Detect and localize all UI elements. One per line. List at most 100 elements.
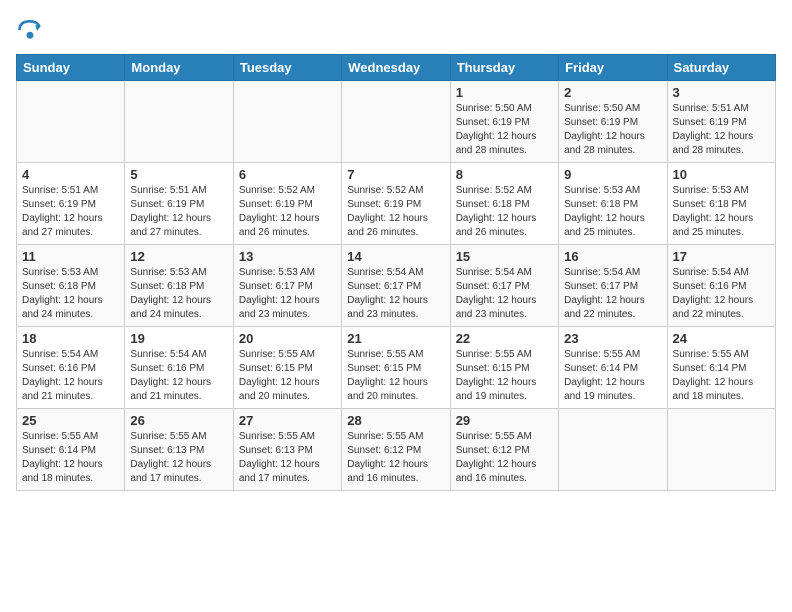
day-info: Sunrise: 5:54 AM Sunset: 6:17 PM Dayligh…: [347, 266, 444, 322]
day-number: 19: [130, 331, 227, 346]
calendar-header-saturday: Saturday: [667, 55, 775, 81]
calendar-week-5: 25 Sunrise: 5:55 AM Sunset: 6:14 PM Dayli…: [17, 409, 776, 491]
calendar-cell: [342, 81, 450, 163]
calendar-cell: 27 Sunrise: 5:55 AM Sunset: 6:13 PM Dayli…: [233, 409, 341, 491]
calendar-cell: 3 Sunrise: 5:51 AM Sunset: 6:19 PM Daylig…: [667, 81, 775, 163]
calendar-cell: [17, 81, 125, 163]
day-number: 2: [564, 85, 661, 100]
calendar-header-sunday: Sunday: [17, 55, 125, 81]
day-info: Sunrise: 5:53 AM Sunset: 6:17 PM Dayligh…: [239, 266, 336, 322]
calendar-cell: 5 Sunrise: 5:51 AM Sunset: 6:19 PM Daylig…: [125, 163, 233, 245]
day-info: Sunrise: 5:51 AM Sunset: 6:19 PM Dayligh…: [673, 102, 770, 158]
day-number: 13: [239, 249, 336, 264]
calendar-cell: [559, 409, 667, 491]
calendar-cell: 8Sunrise: 5:52 AM Sunset: 6:18 PM Daylig…: [450, 163, 558, 245]
day-number: 28: [347, 413, 444, 428]
calendar-week-4: 18 Sunrise: 5:54 AM Sunset: 6:16 PM Dayli…: [17, 327, 776, 409]
calendar-cell: [233, 81, 341, 163]
calendar-cell: 1 Sunrise: 5:50 AM Sunset: 6:19 PM Daylig…: [450, 81, 558, 163]
calendar-cell: 13 Sunrise: 5:53 AM Sunset: 6:17 PM Dayli…: [233, 245, 341, 327]
day-number: 14: [347, 249, 444, 264]
day-info: Sunrise: 5:54 AM Sunset: 6:16 PM Dayligh…: [130, 348, 227, 404]
day-info: Sunrise: 5:55 AM Sunset: 6:14 PM Dayligh…: [22, 430, 119, 486]
day-number: 16: [564, 249, 661, 264]
calendar-cell: 12 Sunrise: 5:53 AM Sunset: 6:18 PM Dayli…: [125, 245, 233, 327]
day-number: 22: [456, 331, 553, 346]
day-number: 23: [564, 331, 661, 346]
calendar-cell: [667, 409, 775, 491]
day-info: Sunrise: 5:55 AM Sunset: 6:13 PM Dayligh…: [239, 430, 336, 486]
calendar-header-thursday: Thursday: [450, 55, 558, 81]
calendar-cell: 21 Sunrise: 5:55 AM Sunset: 6:15 PM Dayli…: [342, 327, 450, 409]
day-info: Sunrise: 5:53 AM Sunset: 6:18 PM Dayligh…: [22, 266, 119, 322]
calendar-header-tuesday: Tuesday: [233, 55, 341, 81]
calendar-cell: 4 Sunrise: 5:51 AM Sunset: 6:19 PM Daylig…: [17, 163, 125, 245]
calendar-cell: 11 Sunrise: 5:53 AM Sunset: 6:18 PM Dayli…: [17, 245, 125, 327]
day-info: Sunrise: 5:51 AM Sunset: 6:19 PM Dayligh…: [22, 184, 119, 240]
day-info: Sunrise: 5:52 AM Sunset: 6:19 PM Dayligh…: [239, 184, 336, 240]
day-number: 20: [239, 331, 336, 346]
day-info: Sunrise: 5:55 AM Sunset: 6:13 PM Dayligh…: [130, 430, 227, 486]
day-info: Sunrise: 5:54 AM Sunset: 6:16 PM Dayligh…: [673, 266, 770, 322]
day-number: 9: [564, 167, 661, 182]
day-number: 27: [239, 413, 336, 428]
day-number: 4: [22, 167, 119, 182]
calendar-week-2: 4 Sunrise: 5:51 AM Sunset: 6:19 PM Daylig…: [17, 163, 776, 245]
calendar-cell: 7Sunrise: 5:52 AM Sunset: 6:19 PM Daylig…: [342, 163, 450, 245]
calendar-cell: 15 Sunrise: 5:54 AM Sunset: 6:17 PM Dayli…: [450, 245, 558, 327]
day-info: Sunrise: 5:55 AM Sunset: 6:15 PM Dayligh…: [239, 348, 336, 404]
day-info: Sunrise: 5:53 AM Sunset: 6:18 PM Dayligh…: [564, 184, 661, 240]
day-number: 25: [22, 413, 119, 428]
calendar-cell: 6 Sunrise: 5:52 AM Sunset: 6:19 PM Daylig…: [233, 163, 341, 245]
calendar-header-friday: Friday: [559, 55, 667, 81]
calendar-cell: 22Sunrise: 5:55 AM Sunset: 6:15 PM Dayli…: [450, 327, 558, 409]
day-info: Sunrise: 5:53 AM Sunset: 6:18 PM Dayligh…: [673, 184, 770, 240]
calendar-table: SundayMondayTuesdayWednesdayThursdayFrid…: [16, 54, 776, 491]
day-number: 11: [22, 249, 119, 264]
calendar-header-wednesday: Wednesday: [342, 55, 450, 81]
day-info: Sunrise: 5:54 AM Sunset: 6:17 PM Dayligh…: [456, 266, 553, 322]
calendar-cell: 10 Sunrise: 5:53 AM Sunset: 6:18 PM Dayli…: [667, 163, 775, 245]
calendar-cell: 28 Sunrise: 5:55 AM Sunset: 6:12 PM Dayli…: [342, 409, 450, 491]
day-info: Sunrise: 5:51 AM Sunset: 6:19 PM Dayligh…: [130, 184, 227, 240]
day-number: 17: [673, 249, 770, 264]
calendar-cell: 17 Sunrise: 5:54 AM Sunset: 6:16 PM Dayli…: [667, 245, 775, 327]
day-number: 15: [456, 249, 553, 264]
day-info: Sunrise: 5:55 AM Sunset: 6:15 PM Dayligh…: [347, 348, 444, 404]
day-number: 12: [130, 249, 227, 264]
day-info: Sunrise: 5:50 AM Sunset: 6:19 PM Dayligh…: [564, 102, 661, 158]
day-number: 26: [130, 413, 227, 428]
calendar-cell: 14 Sunrise: 5:54 AM Sunset: 6:17 PM Dayli…: [342, 245, 450, 327]
day-info: Sunrise: 5:53 AM Sunset: 6:18 PM Dayligh…: [130, 266, 227, 322]
day-info: Sunrise: 5:54 AM Sunset: 6:16 PM Dayligh…: [22, 348, 119, 404]
calendar-cell: 16 Sunrise: 5:54 AM Sunset: 6:17 PM Dayli…: [559, 245, 667, 327]
day-info: Sunrise: 5:55 AM Sunset: 6:14 PM Dayligh…: [564, 348, 661, 404]
day-number: 6: [239, 167, 336, 182]
calendar-week-1: 1 Sunrise: 5:50 AM Sunset: 6:19 PM Daylig…: [17, 81, 776, 163]
day-number: 24: [673, 331, 770, 346]
day-number: 3: [673, 85, 770, 100]
day-info: Sunrise: 5:55 AM Sunset: 6:12 PM Dayligh…: [347, 430, 444, 486]
page-header: [16, 16, 776, 44]
day-info: Sunrise: 5:50 AM Sunset: 6:19 PM Dayligh…: [456, 102, 553, 158]
calendar-cell: [125, 81, 233, 163]
day-number: 21: [347, 331, 444, 346]
day-number: 5: [130, 167, 227, 182]
calendar-cell: 19 Sunrise: 5:54 AM Sunset: 6:16 PM Dayli…: [125, 327, 233, 409]
calendar-cell: 2 Sunrise: 5:50 AM Sunset: 6:19 PM Daylig…: [559, 81, 667, 163]
day-number: 1: [456, 85, 553, 100]
logo-icon: [16, 16, 44, 44]
day-number: 8: [456, 167, 553, 182]
day-number: 18: [22, 331, 119, 346]
day-number: 10: [673, 167, 770, 182]
logo: [16, 16, 48, 44]
calendar-header-monday: Monday: [125, 55, 233, 81]
calendar-cell: 24 Sunrise: 5:55 AM Sunset: 6:14 PM Dayli…: [667, 327, 775, 409]
calendar-cell: 18 Sunrise: 5:54 AM Sunset: 6:16 PM Dayli…: [17, 327, 125, 409]
day-info: Sunrise: 5:55 AM Sunset: 6:14 PM Dayligh…: [673, 348, 770, 404]
day-info: Sunrise: 5:54 AM Sunset: 6:17 PM Dayligh…: [564, 266, 661, 322]
calendar-header-row: SundayMondayTuesdayWednesdayThursdayFrid…: [17, 55, 776, 81]
calendar-cell: 9 Sunrise: 5:53 AM Sunset: 6:18 PM Daylig…: [559, 163, 667, 245]
day-number: 7: [347, 167, 444, 182]
calendar-cell: 23 Sunrise: 5:55 AM Sunset: 6:14 PM Dayli…: [559, 327, 667, 409]
